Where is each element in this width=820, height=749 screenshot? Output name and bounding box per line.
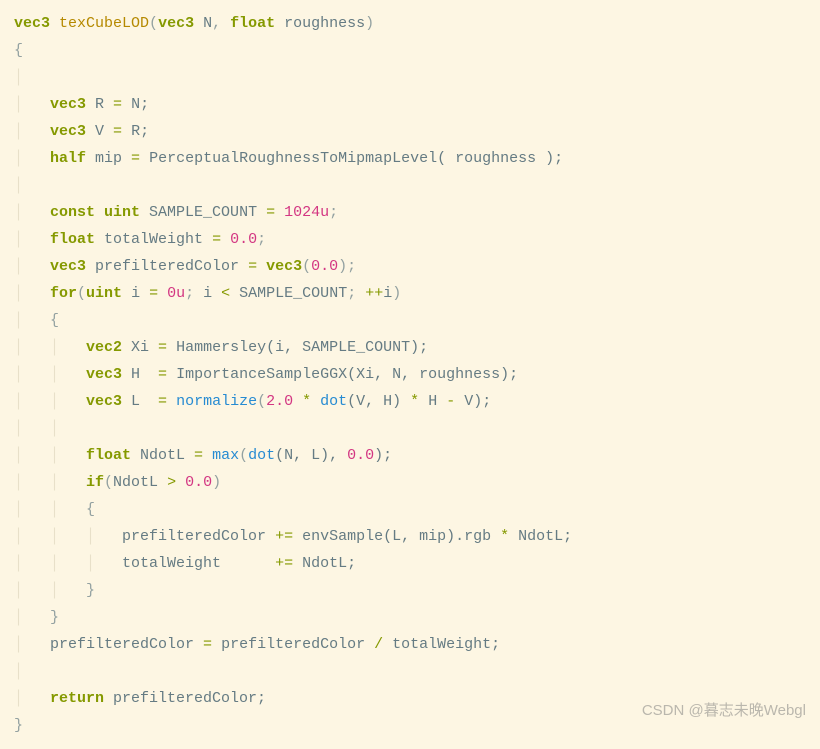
code-block: vec3 texCubeLOD(vec3 N, float roughness)… (0, 0, 820, 749)
keyword: vec3 (14, 15, 50, 32)
brace-open: { (14, 42, 23, 59)
function-name: texCubeLOD (59, 15, 149, 32)
brace-close: } (14, 717, 23, 734)
